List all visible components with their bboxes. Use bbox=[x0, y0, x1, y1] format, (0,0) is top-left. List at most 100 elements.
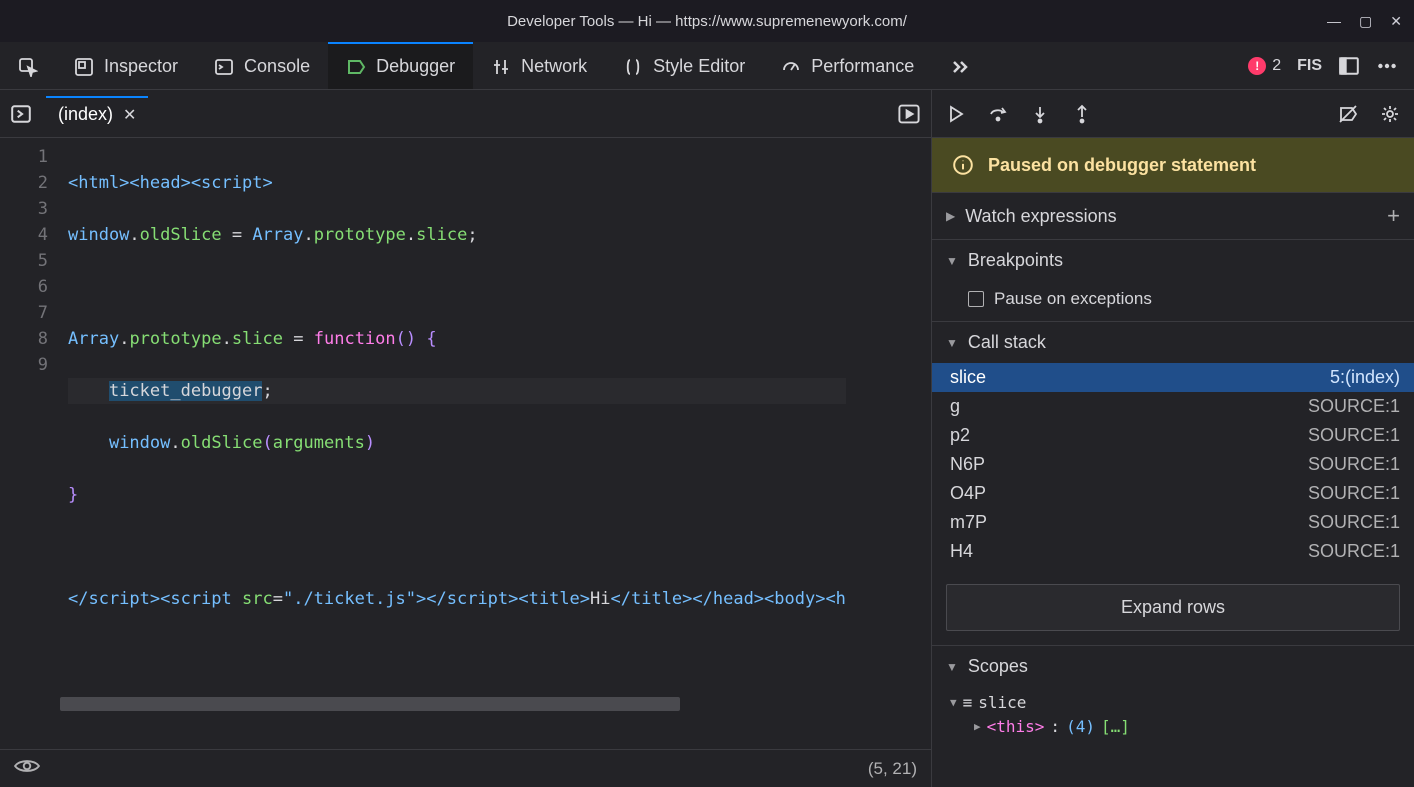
tab-performance[interactable]: Performance bbox=[763, 42, 932, 89]
frame-location: SOURCE:1 bbox=[1308, 483, 1400, 504]
close-tab-button[interactable]: ✕ bbox=[123, 105, 136, 125]
cursor-position: (5, 21) bbox=[868, 759, 917, 779]
debugger-settings-button[interactable] bbox=[1380, 104, 1400, 124]
callstack-header[interactable]: ▼ Call stack bbox=[932, 321, 1414, 363]
frame-function: O4P bbox=[950, 483, 986, 504]
watch-expressions-label: Watch expressions bbox=[965, 206, 1116, 227]
frame-function: N6P bbox=[950, 454, 985, 475]
callstack-frame[interactable]: N6P SOURCE:1 bbox=[932, 450, 1414, 479]
callstack-list: slice 5:(index) g SOURCE:1 p2 SOURCE:1 N6P SOUR… bbox=[932, 363, 1414, 570]
callstack-frame[interactable]: O4P SOURCE:1 bbox=[932, 479, 1414, 508]
step-in-button[interactable] bbox=[1030, 104, 1050, 124]
meatball-menu-icon[interactable] bbox=[1376, 55, 1398, 77]
tab-network[interactable]: Network bbox=[473, 42, 605, 89]
file-tab-index[interactable]: (index) ✕ bbox=[46, 96, 148, 131]
watch-expressions-header[interactable]: ▶ Watch expressions + bbox=[932, 192, 1414, 239]
frame-function: g bbox=[950, 396, 960, 417]
window-titlebar: Developer Tools — Hi — https://www.supre… bbox=[0, 0, 1414, 42]
resume-button[interactable] bbox=[946, 104, 966, 124]
callstack-frame[interactable]: slice 5:(index) bbox=[932, 363, 1414, 392]
pause-on-exceptions-label: Pause on exceptions bbox=[994, 289, 1152, 309]
window-title: Developer Tools — Hi — https://www.supre… bbox=[507, 13, 907, 30]
frame-location: SOURCE:1 bbox=[1308, 541, 1400, 562]
close-window-button[interactable]: ✕ bbox=[1390, 13, 1402, 30]
frame-function: m7P bbox=[950, 512, 987, 533]
error-icon: ! bbox=[1248, 57, 1266, 75]
tab-style-editor-label: Style Editor bbox=[653, 56, 745, 77]
debugger-icon bbox=[346, 57, 366, 77]
console-icon bbox=[214, 57, 234, 77]
tab-console-label: Console bbox=[244, 56, 310, 77]
tab-inspector-label: Inspector bbox=[104, 56, 178, 77]
frame-function: slice bbox=[950, 367, 986, 388]
watch-expression-icon[interactable] bbox=[14, 758, 40, 779]
add-watch-button[interactable]: + bbox=[1387, 203, 1400, 229]
tab-console[interactable]: Console bbox=[196, 42, 328, 89]
collapsed-twisty-icon: ▶ bbox=[946, 209, 955, 223]
disable-breakpoints-button[interactable] bbox=[1338, 104, 1358, 124]
fis-button[interactable]: FIS bbox=[1297, 57, 1322, 75]
inspector-icon bbox=[74, 57, 94, 77]
minimize-button[interactable]: — bbox=[1327, 13, 1341, 30]
dock-side-icon[interactable] bbox=[1338, 55, 1360, 77]
scope-this-label: <this> bbox=[987, 715, 1045, 739]
maximize-button[interactable]: ▢ bbox=[1359, 13, 1372, 30]
devtools-toolbar: Inspector Console Debugger Network Style… bbox=[0, 42, 1414, 90]
scope-frame-row[interactable]: ▼ ≡ slice bbox=[950, 691, 1400, 715]
scopes-body: ▼ ≡ slice ▶ <this>: (4) […] bbox=[932, 687, 1414, 747]
step-out-button[interactable] bbox=[1072, 104, 1092, 124]
step-over-button[interactable] bbox=[988, 104, 1008, 124]
callstack-frame[interactable]: g SOURCE:1 bbox=[932, 392, 1414, 421]
tab-debugger-label: Debugger bbox=[376, 56, 455, 77]
breakpoints-label: Breakpoints bbox=[968, 250, 1063, 271]
paused-message: Paused on debugger statement bbox=[988, 155, 1256, 176]
pick-element-button[interactable] bbox=[0, 42, 56, 89]
frame-location: SOURCE:1 bbox=[1308, 454, 1400, 475]
frame-function: H4 bbox=[950, 541, 973, 562]
source-tab-row: (index) ✕ bbox=[0, 90, 931, 138]
expanded-twisty-icon: ▼ bbox=[946, 254, 958, 268]
frame-location: SOURCE:1 bbox=[1308, 396, 1400, 417]
expand-rows-label: Expand rows bbox=[1121, 597, 1225, 617]
performance-icon bbox=[781, 57, 801, 77]
callstack-frame[interactable]: m7PSOURCE:1 bbox=[932, 508, 1414, 537]
tab-performance-label: Performance bbox=[811, 56, 914, 77]
debugger-sidebar: Paused on debugger statement ▶ Watch exp… bbox=[932, 90, 1414, 787]
expanded-twisty-icon: ▼ bbox=[946, 336, 958, 350]
breakpoints-header[interactable]: ▼ Breakpoints bbox=[932, 239, 1414, 281]
expand-rows-button[interactable]: Expand rows bbox=[946, 584, 1400, 631]
expanded-twisty-icon: ▼ bbox=[946, 660, 958, 674]
checkbox-icon[interactable] bbox=[968, 291, 984, 307]
scope-this-row[interactable]: ▶ <this>: (4) […] bbox=[950, 715, 1400, 739]
frame-location: 5:(index) bbox=[1330, 367, 1400, 388]
line-gutter: 123456789 bbox=[0, 138, 60, 749]
callstack-label: Call stack bbox=[968, 332, 1046, 353]
frame-function: p2 bbox=[950, 425, 970, 446]
tab-debugger[interactable]: Debugger bbox=[328, 42, 473, 89]
scope-this-value: […] bbox=[1101, 715, 1130, 739]
file-tab-label: (index) bbox=[58, 104, 113, 125]
callstack-frame[interactable]: H4 SOURCE:1 bbox=[932, 537, 1414, 566]
sources-icon bbox=[10, 103, 32, 125]
style-editor-icon bbox=[623, 57, 643, 77]
sources-tree-button[interactable] bbox=[10, 103, 32, 125]
pick-icon bbox=[18, 57, 38, 77]
chevron-double-right-icon bbox=[950, 57, 970, 77]
pause-on-exceptions-row[interactable]: Pause on exceptions bbox=[932, 281, 1414, 321]
error-count-badge[interactable]: ! 2 bbox=[1248, 57, 1281, 75]
run-to-button[interactable] bbox=[897, 102, 921, 126]
scope-this-length: (4) bbox=[1066, 715, 1095, 739]
horizontal-scrollbar[interactable] bbox=[60, 697, 680, 711]
tabs-overflow-button[interactable] bbox=[932, 42, 988, 89]
scopes-label: Scopes bbox=[968, 656, 1028, 677]
frame-location: SOURCE:1 bbox=[1308, 425, 1400, 446]
scopes-header[interactable]: ▼ Scopes bbox=[932, 645, 1414, 687]
callstack-frame[interactable]: p2 SOURCE:1 bbox=[932, 421, 1414, 450]
network-icon bbox=[491, 57, 511, 77]
statusbar: (5, 21) bbox=[0, 749, 931, 787]
tab-inspector[interactable]: Inspector bbox=[56, 42, 196, 89]
scope-fn-name: slice bbox=[978, 691, 1026, 715]
tab-style-editor[interactable]: Style Editor bbox=[605, 42, 763, 89]
run-icon bbox=[897, 102, 921, 126]
code-editor[interactable]: 123456789 <html><head><script> window.ol… bbox=[0, 138, 931, 749]
